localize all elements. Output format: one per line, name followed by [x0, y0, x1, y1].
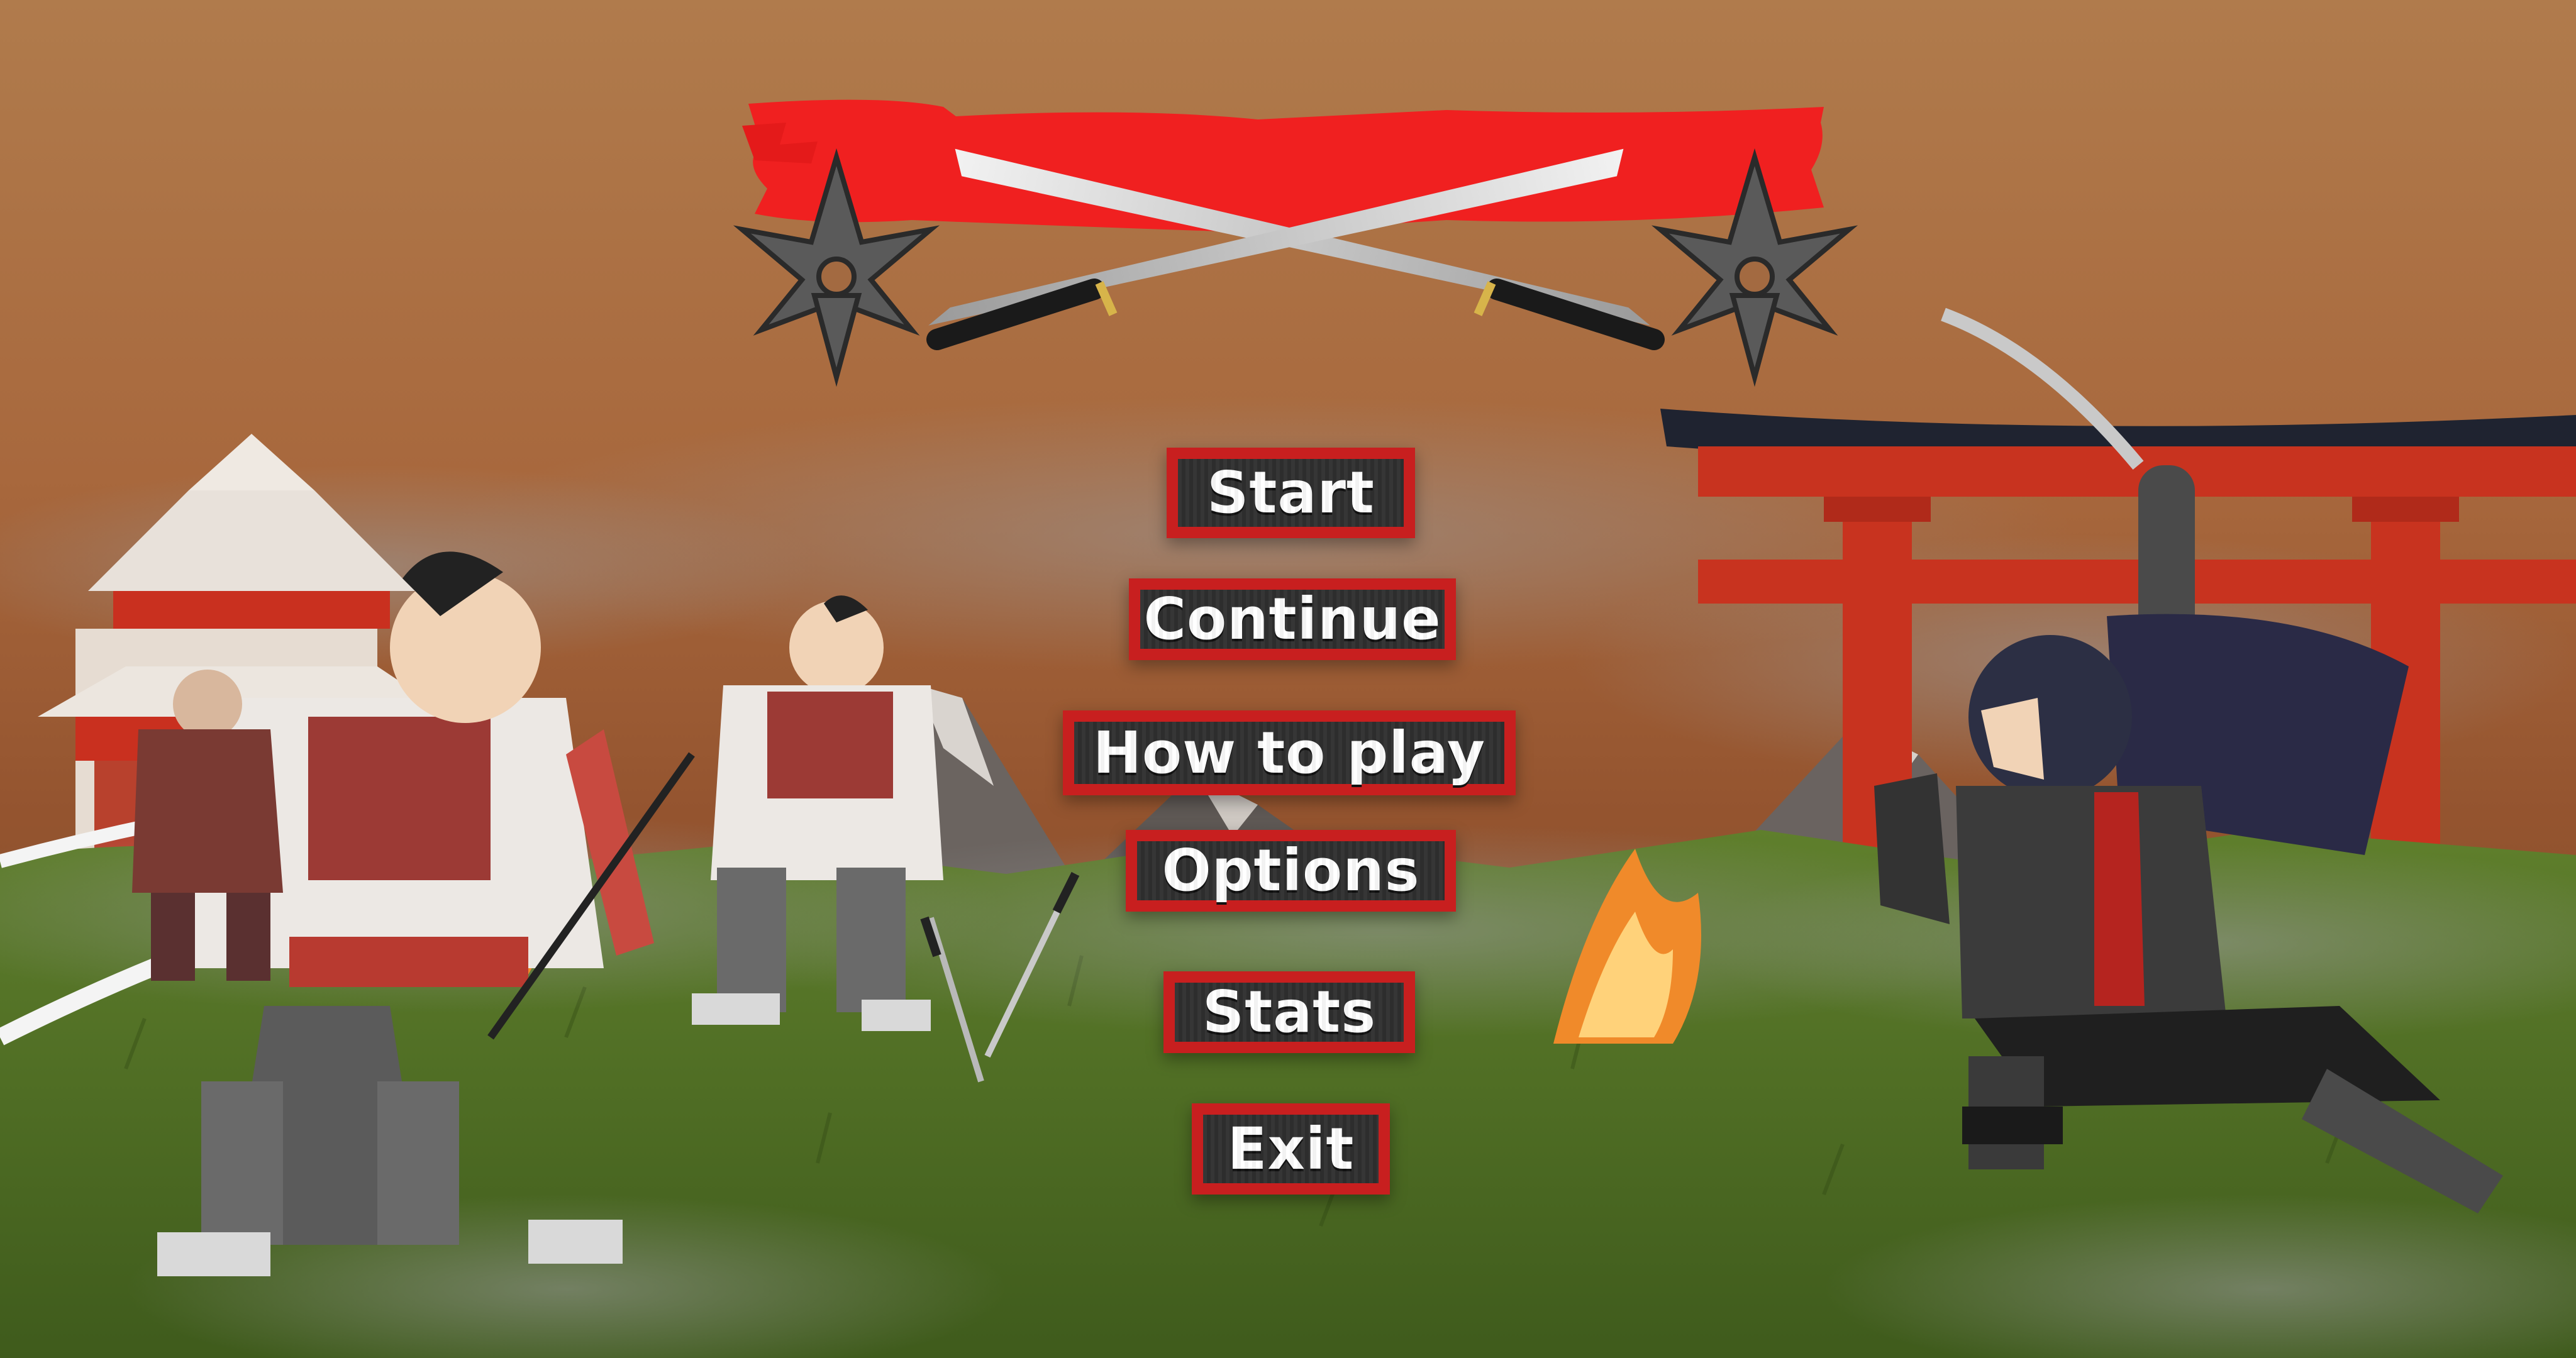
game-scene: Start Continue How to play Options Stats…	[0, 0, 2576, 1358]
stats-button[interactable]: Stats	[1163, 971, 1415, 1053]
continue-button[interactable]: Continue	[1129, 578, 1456, 660]
options-button[interactable]: Options	[1126, 830, 1456, 912]
how-to-play-button[interactable]: How to play	[1063, 710, 1516, 795]
start-button[interactable]: Start	[1167, 448, 1415, 538]
title-banner	[742, 99, 1824, 233]
exit-button[interactable]: Exit	[1192, 1103, 1390, 1195]
